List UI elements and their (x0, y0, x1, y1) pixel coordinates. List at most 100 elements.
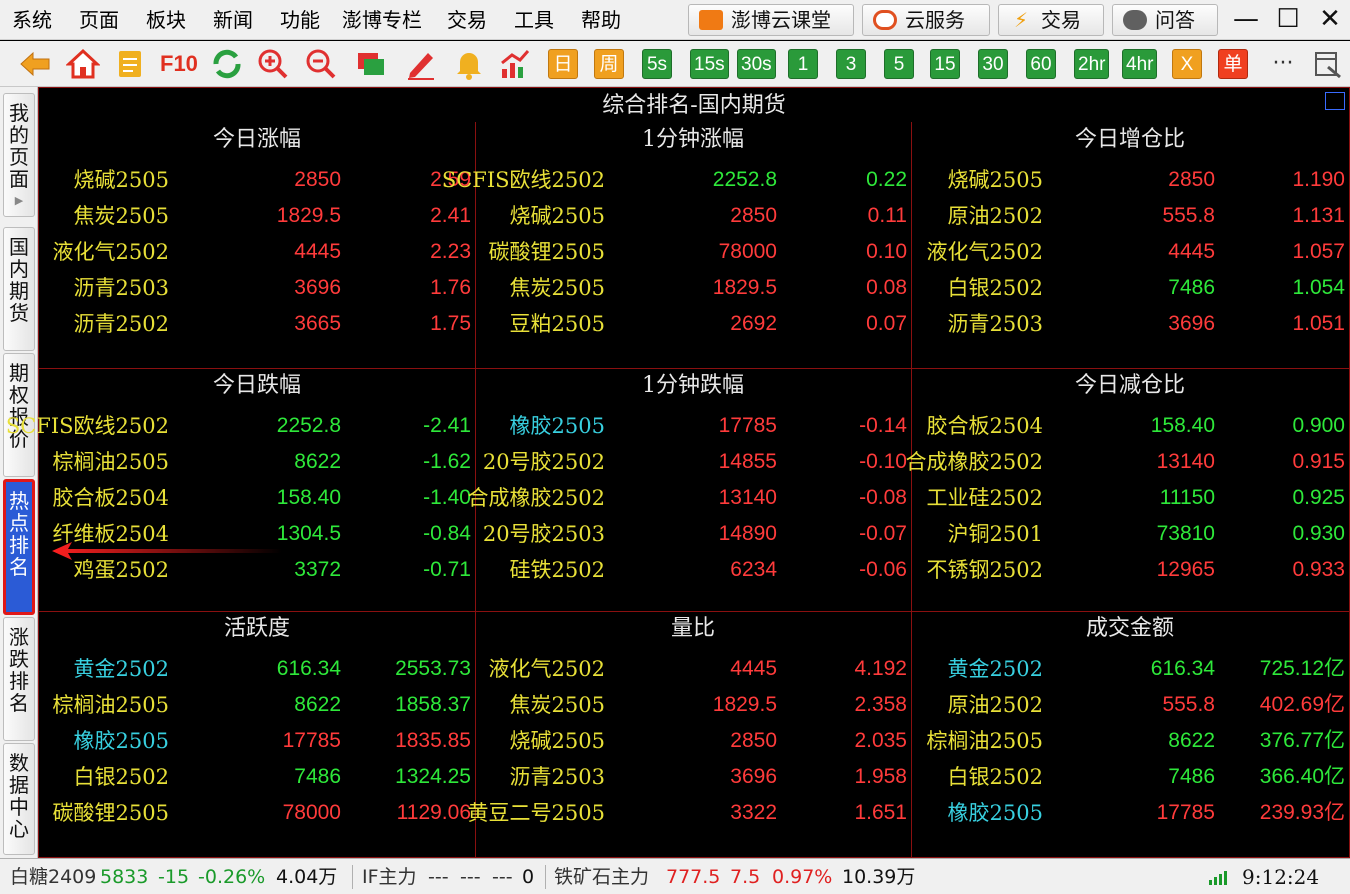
minimize-button[interactable]: — (1228, 4, 1264, 36)
timeframe-button[interactable]: 2hr (1074, 49, 1110, 79)
table-row[interactable]: 烧碱2505 2850 1.190 (911, 162, 1349, 198)
f10-icon[interactable]: F10 (160, 47, 198, 81)
table-row[interactable]: 白银2502 7486 1.054 (911, 270, 1349, 306)
timeframe-button[interactable]: 1 (788, 49, 818, 79)
contract-price: 17785 (1156, 801, 1215, 824)
timeframe-button[interactable]: 15 (930, 49, 960, 79)
table-row[interactable]: 沥青2503 3696 1.76 (39, 270, 475, 306)
pen-icon[interactable] (404, 47, 438, 81)
table-row[interactable]: 合成橡胶2502 13140 -0.08 (468, 480, 911, 516)
timeframe-button[interactable]: 15s (690, 49, 729, 79)
table-row[interactable]: 烧碱2505 2850 2.59 (39, 162, 475, 198)
table-row[interactable]: 硅铁2502 6234 -0.06 (475, 552, 911, 588)
home-icon[interactable] (66, 47, 100, 81)
timeframe-button[interactable]: 30 (978, 49, 1008, 79)
menu-news[interactable]: 新闻 (213, 6, 253, 34)
status-item1-name[interactable]: 白糖2409 (10, 859, 96, 894)
table-row[interactable]: 棕榈油2505 8622 1858.37 (39, 687, 475, 723)
timeframe-button[interactable]: 60 (1026, 49, 1056, 79)
annotation-arrow-icon (52, 542, 282, 560)
table-row[interactable]: 烧碱2505 2850 0.11 (475, 198, 911, 234)
table-row[interactable]: 沥青2503 3696 1.958 (475, 759, 911, 795)
timeframe-button[interactable]: 日 (548, 49, 578, 79)
timeframe-button[interactable]: X (1172, 49, 1202, 79)
side-tab-my-page[interactable]: 我的页面 ▶ (3, 93, 35, 217)
table-row[interactable]: 碳酸锂2505 78000 0.10 (475, 234, 911, 270)
timeframe-button[interactable]: 3 (836, 49, 866, 79)
table-row[interactable]: 碳酸锂2505 78000 1129.06 (39, 795, 475, 831)
menu-system[interactable]: 系统 (12, 6, 52, 34)
contract-price: 8622 (294, 693, 341, 716)
menu-trade[interactable]: 交易 (447, 6, 487, 34)
timeframe-button[interactable]: 30s (737, 49, 776, 79)
table-row[interactable]: 豆粕2505 2692 0.07 (475, 306, 911, 342)
side-tab-data-center[interactable]: 数据中心 (3, 743, 35, 855)
table-row[interactable]: 沥青2502 3665 1.75 (39, 306, 475, 342)
table-row[interactable]: 胶合板2504 158.40 -1.40 (39, 480, 475, 516)
qa-button[interactable]: 问答 (1112, 4, 1218, 36)
trade-button[interactable]: ⚡ 交易 (998, 4, 1104, 36)
window-icon[interactable] (354, 47, 388, 81)
table-row[interactable]: 棕榈油2505 8622 -1.62 (39, 444, 475, 480)
maximize-button[interactable]: ☐ (1270, 4, 1306, 36)
close-button[interactable]: ✕ (1312, 4, 1348, 36)
zoom-out-icon[interactable] (304, 47, 338, 81)
table-row[interactable]: 液化气2502 4445 2.23 (39, 234, 475, 270)
table-row[interactable]: SCFIS欧线2502 2252.8 0.22 (442, 162, 911, 198)
table-row[interactable]: 沪铜2501 73810 0.930 (911, 516, 1349, 552)
cloud-service-button[interactable]: 云服务 (862, 4, 990, 36)
timeframe-button[interactable]: 周 (594, 49, 624, 79)
menu-tools[interactable]: 工具 (514, 6, 554, 34)
menu-sector[interactable]: 板块 (146, 6, 186, 34)
table-row[interactable]: 棕榈油2505 8622 376.77亿 (911, 723, 1349, 759)
status-item2-name[interactable]: IF主力 (362, 859, 417, 894)
timeframe-button[interactable]: 单 (1218, 49, 1248, 79)
table-row[interactable]: 焦炭2505 1829.5 0.08 (475, 270, 911, 306)
notes-icon[interactable] (113, 47, 147, 81)
signal-icon (1209, 871, 1227, 885)
timeframe-button[interactable]: 5 (884, 49, 914, 79)
table-row[interactable]: 液化气2502 4445 1.057 (911, 234, 1349, 270)
table-row[interactable]: 沥青2503 3696 1.051 (911, 306, 1349, 342)
table-row[interactable]: 工业硅2502 11150 0.925 (911, 480, 1349, 516)
side-tab-domestic-futures[interactable]: 国内期货 (3, 227, 35, 351)
table-row[interactable]: 胶合板2504 158.40 0.900 (911, 408, 1349, 444)
table-row[interactable]: 烧碱2505 2850 2.035 (475, 723, 911, 759)
table-row[interactable]: 原油2502 555.8 402.69亿 (911, 687, 1349, 723)
menu-page[interactable]: 页面 (79, 6, 119, 34)
table-row[interactable]: 橡胶2505 17785 1835.85 (39, 723, 475, 759)
table-row[interactable]: 合成橡胶2502 13140 0.915 (906, 444, 1349, 480)
menu-column[interactable]: 澎博专栏 (342, 6, 422, 34)
table-row[interactable]: 黄豆二号2505 3322 1.651 (468, 795, 911, 831)
table-row[interactable]: 橡胶2505 17785 239.93亿 (911, 795, 1349, 831)
timeframe-button[interactable]: 5s (642, 49, 672, 79)
refresh-icon[interactable] (210, 47, 244, 81)
back-arrow-icon[interactable] (18, 47, 52, 81)
chart-up-icon[interactable] (498, 47, 532, 81)
zoom-in-icon[interactable] (256, 47, 290, 81)
table-row[interactable]: 20号胶2502 14855 -0.10 (475, 444, 911, 480)
cloud-classroom-button[interactable]: 澎博云课堂 (688, 4, 854, 36)
menu-help[interactable]: 帮助 (581, 6, 621, 34)
table-row[interactable]: 黄金2502 616.34 725.12亿 (911, 651, 1349, 687)
table-row[interactable]: 20号胶2503 14890 -0.07 (475, 516, 911, 552)
status-item3-name[interactable]: 铁矿石主力 (554, 859, 649, 894)
panel-toggle-button[interactable] (1325, 92, 1345, 110)
more-menu-button[interactable]: ··· (1266, 47, 1300, 81)
table-row[interactable]: 黄金2502 616.34 2553.73 (39, 651, 475, 687)
side-tab-hot-ranking[interactable]: 热点排名 (3, 479, 35, 615)
table-row[interactable]: SCFIS欧线2502 2252.8 -2.41 (6, 408, 475, 444)
table-row[interactable]: 白银2502 7486 1324.25 (39, 759, 475, 795)
table-row[interactable]: 不锈钢2502 12965 0.933 (911, 552, 1349, 588)
bell-icon[interactable] (452, 47, 486, 81)
table-row[interactable]: 焦炭2505 1829.5 2.358 (475, 687, 911, 723)
side-tab-gain-loss[interactable]: 涨跌排名 (3, 617, 35, 741)
table-row[interactable]: 液化气2502 4445 4.192 (475, 651, 911, 687)
table-row[interactable]: 原油2502 555.8 1.131 (911, 198, 1349, 234)
timeframe-button[interactable]: 4hr (1122, 49, 1158, 79)
menu-function[interactable]: 功能 (280, 6, 320, 34)
table-row[interactable]: 焦炭2505 1829.5 2.41 (39, 198, 475, 234)
layout-icon[interactable] (1310, 47, 1344, 81)
table-row[interactable]: 橡胶2505 17785 -0.14 (475, 408, 911, 444)
table-row[interactable]: 白银2502 7486 366.40亿 (911, 759, 1349, 795)
